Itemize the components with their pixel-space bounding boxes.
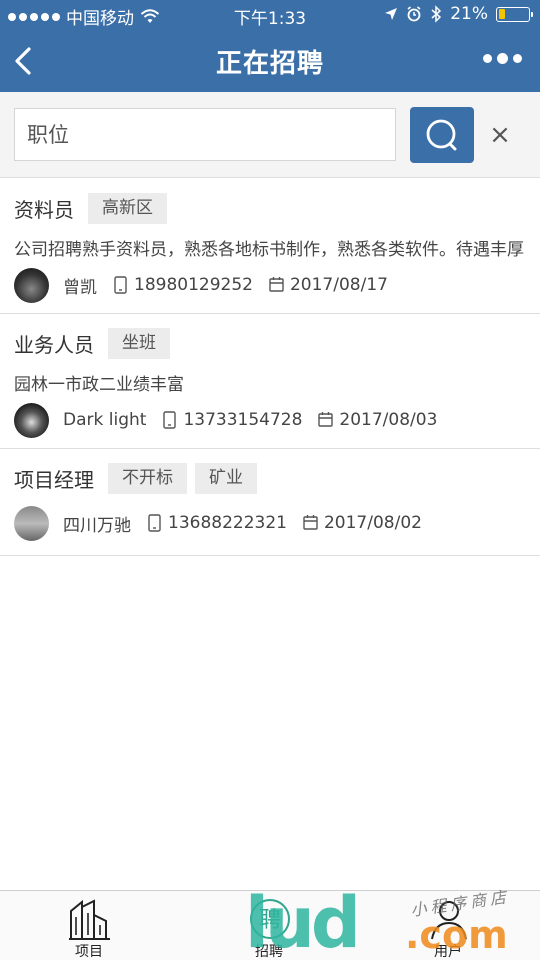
calendar-icon xyxy=(303,515,318,530)
search-icon xyxy=(426,119,457,151)
contact-name: Dark light xyxy=(63,410,147,430)
job-meta: Dark light 13733154728 2017/08/03 xyxy=(14,402,526,438)
tab-label: 项目 xyxy=(75,944,103,960)
page-title: 正在招聘 xyxy=(215,49,324,79)
phone-icon xyxy=(114,276,127,294)
post-date: 2017/08/02 xyxy=(323,513,422,533)
job-header: 业务人员 坐班 xyxy=(14,327,526,359)
job-tag: 高新区 xyxy=(88,192,167,224)
job-item[interactable]: 资料员 高新区 公司招聘熟手资料员，熟悉各地标书制作，熟悉各类软件。待遇丰厚 曾… xyxy=(0,179,540,314)
tab-jobs[interactable]: 聘 招聘 xyxy=(219,891,319,960)
clear-search-button[interactable]: × xyxy=(486,118,514,152)
job-title: 业务人员 xyxy=(14,332,94,357)
contact-phone[interactable]: 13733154728 xyxy=(183,410,302,430)
more-dot xyxy=(513,54,522,63)
job-meta: 四川万驰 13688222321 2017/08/02 xyxy=(14,505,526,541)
location-arrow-icon xyxy=(385,8,398,20)
job-description: 园林一市政二业绩丰富 xyxy=(14,375,184,395)
hire-icon: 聘 xyxy=(250,899,290,939)
contact-name: 曾凯 xyxy=(63,277,97,298)
job-item[interactable]: 项目经理 不开标 矿业 四川万驰 13688222321 2017/08/02 xyxy=(0,449,540,556)
job-title: 项目经理 xyxy=(14,467,94,492)
post-date: 2017/08/03 xyxy=(339,410,438,430)
job-list: 资料员 高新区 公司招聘熟手资料员，熟悉各地标书制作，熟悉各类软件。待遇丰厚 曾… xyxy=(0,179,540,556)
phone-icon xyxy=(163,411,177,429)
job-header: 项目经理 不开标 矿业 xyxy=(14,462,526,494)
battery-icon xyxy=(496,6,533,22)
battery-percent: 21% xyxy=(450,4,488,24)
close-icon: × xyxy=(489,120,511,150)
phone-icon xyxy=(148,514,161,532)
buildings-icon xyxy=(69,899,110,940)
job-item[interactable]: 业务人员 坐班 园林一市政二业绩丰富 Dark light 1373315472… xyxy=(0,314,540,449)
tab-label: 用户 xyxy=(434,944,462,960)
search-input[interactable] xyxy=(14,108,396,161)
tab-user[interactable]: 用户 xyxy=(398,891,498,960)
status-right: 21% xyxy=(384,4,533,24)
status-bar: 中国移动 下午1:33 21% xyxy=(0,0,540,30)
job-title: 资料员 xyxy=(14,197,74,222)
calendar-icon xyxy=(318,412,334,427)
svg-text:聘: 聘 xyxy=(259,908,281,933)
tab-label: 招聘 xyxy=(255,944,283,960)
calendar-icon xyxy=(269,277,284,292)
post-date: 2017/08/17 xyxy=(289,275,388,295)
more-dot xyxy=(497,53,508,64)
job-description: 公司招聘熟手资料员，熟悉各地标书制作，熟悉各类软件。待遇丰厚 xyxy=(14,240,524,260)
job-tag: 不开标 xyxy=(108,462,187,494)
contact-phone[interactable]: 13688222321 xyxy=(168,513,287,533)
contact-phone[interactable]: 18980129252 xyxy=(134,275,253,295)
avatar xyxy=(14,402,49,438)
tab-projects[interactable]: 项目 xyxy=(39,891,139,960)
user-icon xyxy=(431,901,467,940)
job-tag: 坐班 xyxy=(108,327,170,359)
bluetooth-icon xyxy=(431,5,442,23)
more-menu-button[interactable] xyxy=(483,53,522,64)
tab-bar: 项目 聘 招聘 用户 xyxy=(0,890,540,960)
avatar xyxy=(14,505,49,541)
search-area: × xyxy=(0,92,540,178)
search-button[interactable] xyxy=(410,107,474,163)
job-header: 资料员 高新区 xyxy=(14,192,526,224)
contact-name: 四川万驰 xyxy=(63,515,131,536)
avatar xyxy=(14,267,49,303)
job-meta: 曾凯 18980129252 2017/08/17 xyxy=(14,267,526,303)
job-tag: 矿业 xyxy=(195,462,257,494)
navigation-bar: 正在招聘 xyxy=(0,30,540,92)
more-dot xyxy=(483,54,492,63)
alarm-icon xyxy=(407,6,421,22)
